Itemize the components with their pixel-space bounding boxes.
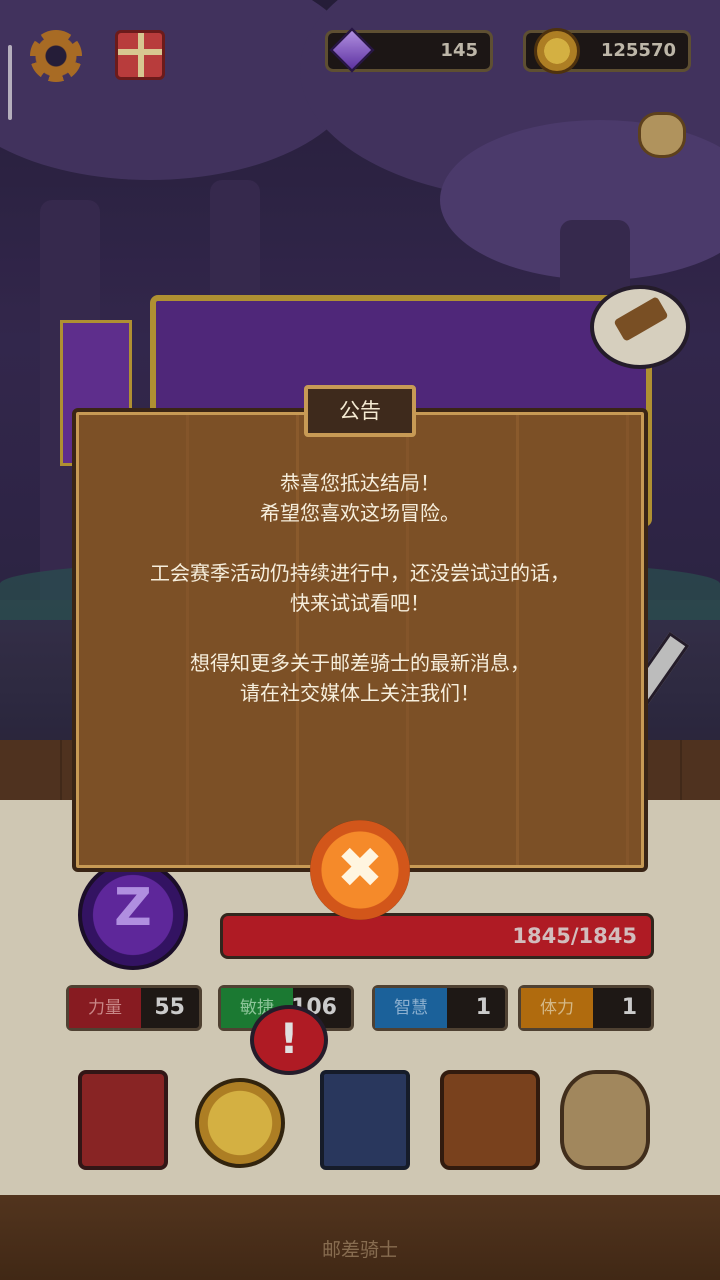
dialog-message: 恭喜您抵达结局！ 希望您喜欢这场冒险。 工会赛季活动仍持续进行中，还没尝试过的话… — [72, 468, 648, 738]
dialog-title-plate: 公告 — [304, 385, 416, 437]
message-line: 快来试试看吧！ — [290, 591, 430, 615]
dialog-title: 公告 — [339, 399, 381, 423]
game-scene: Z 1845/1845 力量 55 敏捷 106 智慧 1 体力 1 ! 邮差骑… — [0, 0, 720, 1280]
close-icon: ✖ — [336, 836, 384, 901]
message-line: 希望您喜欢这场冒险。 — [260, 501, 460, 525]
message-line: 请在社交媒体上关注我们！ — [240, 681, 480, 705]
close-button[interactable]: ✖ — [310, 820, 410, 920]
message-line: 工会赛季活动仍持续进行中，还没尝试过的话， — [150, 561, 570, 585]
message-line: 想得知更多关于邮差骑士的最新消息， — [190, 651, 530, 675]
message-line: 恭喜您抵达结局！ — [280, 471, 440, 495]
